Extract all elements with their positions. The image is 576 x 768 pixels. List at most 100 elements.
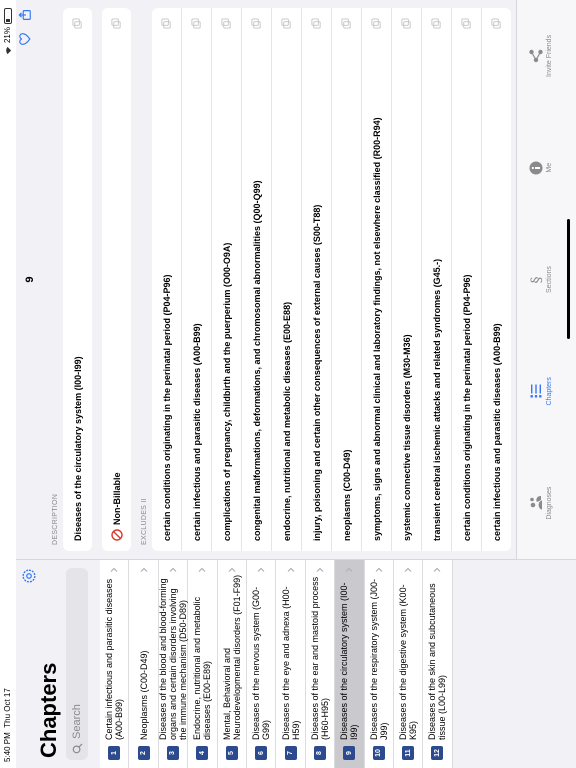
chapter-item[interactable]: 8 Diseases of the ear and mastoid process… [305, 560, 336, 768]
chapter-item[interactable]: 5 Mental, Behavioral and Neurodevelopment… [217, 560, 247, 768]
exclude-text: certain conditions originating in the pe… [461, 274, 472, 541]
chevron-right-icon [404, 567, 412, 572]
search-input[interactable]: Search [66, 568, 88, 760]
chapter-label: Diseases of the skin and subcutaneous ti… [427, 583, 448, 740]
tab-label: Me [545, 162, 553, 173]
exclude-item[interactable]: certain infectious and parasitic disease… [482, 8, 511, 551]
copy-icon[interactable] [281, 18, 292, 29]
excludes-header: EXCLUDES II [141, 498, 148, 545]
status-time: 5:40 PM Thu Oct 17 [3, 688, 12, 762]
exclude-item[interactable]: transient cerebral ischemic attacks and … [422, 8, 452, 551]
chapter-item[interactable]: 1 Certain infectious and parasitic diseas… [100, 560, 130, 768]
tab-chapters[interactable]: Chapters [517, 335, 563, 447]
chapter-label: Diseases of the respiratory system (J00-… [368, 578, 389, 740]
chevron-right-icon [198, 567, 206, 572]
chapter-number: 11 [402, 746, 415, 760]
exclude-text: certain infectious and parasitic disease… [191, 323, 202, 541]
chapter-number: 3 [166, 746, 179, 760]
description-row[interactable]: Diseases of the circulatory system (I00-… [63, 8, 92, 551]
chapter-label: Diseases of the nervous system (G00-G99) [251, 586, 272, 740]
excludes-card: certain conditions originating in the pe… [152, 8, 511, 551]
wifi-icon [5, 46, 11, 55]
chapter-label: Certain infectious and parasitic disease… [104, 578, 125, 740]
chapter-item[interactable]: 11 Diseases of the digestive system (K00-… [393, 560, 424, 768]
exclude-item[interactable]: neoplasms (C00-D49) [332, 8, 362, 551]
list-icon [530, 384, 542, 398]
chapter-label: Diseases of the digestive system (K00-K9… [398, 584, 419, 740]
battery-icon [3, 8, 12, 24]
copy-icon[interactable] [72, 18, 83, 29]
section-icon: § [529, 276, 544, 283]
exclude-text: symptoms, signs and abnormal clinical an… [371, 117, 382, 541]
copy-icon[interactable] [221, 18, 232, 29]
chapter-item[interactable]: 3 Diseases of the blood and blood-forming… [157, 560, 189, 768]
chapter-detail: 9 DESCRIPTION Diseases of the circulator… [16, 0, 516, 559]
chevron-right-icon [257, 567, 265, 572]
description-card: Diseases of the circulatory system (I00-… [63, 8, 92, 551]
tab-invite-friends[interactable]: Invite Friends [517, 0, 563, 112]
tab-label: Invite Friends [545, 34, 553, 77]
chapter-item[interactable]: 6 Diseases of the nervous system (G00-G99… [246, 560, 277, 768]
copy-icon[interactable] [431, 18, 442, 29]
exclude-text: injury, poisoning and certain other cons… [311, 204, 322, 541]
chapter-label: Neoplasms (C00-D49) [138, 650, 149, 740]
tab-diagnoses[interactable]: Diagnoses [517, 447, 563, 559]
billing-status: Non-Billable [111, 472, 122, 525]
chapter-item[interactable]: 2 Neoplasms (C00-D49) [129, 560, 159, 768]
share-icon [528, 49, 543, 63]
chevron-right-icon [434, 567, 441, 572]
chapter-number: 2 [137, 746, 150, 760]
page-title: Chapters [36, 662, 61, 758]
copy-icon[interactable] [461, 18, 472, 29]
chapter-list: 1 Certain infectious and parasitic diseas… [100, 560, 453, 768]
copy-icon[interactable] [311, 18, 322, 29]
svg-text:§: § [529, 276, 544, 283]
exclude-item[interactable]: symptoms, signs and abnormal clinical an… [362, 8, 392, 551]
info-icon [529, 161, 542, 175]
copy-icon[interactable] [161, 18, 172, 29]
exclude-item[interactable]: certain infectious and parasitic disease… [182, 8, 212, 551]
copy-icon[interactable] [191, 18, 202, 29]
chapter-label: Mental, Behavioral and Neurodevelopmenta… [221, 574, 242, 740]
share-icon[interactable] [18, 8, 32, 22]
chapter-item[interactable]: 4 Endocrine, nutritional and metabolic di… [188, 560, 218, 768]
copy-icon[interactable] [251, 18, 262, 29]
app-window: 5:40 PM Thu Oct 17 21% Chapters Search 1… [0, 0, 576, 768]
copy-icon[interactable] [341, 18, 352, 29]
chapter-label: Diseases of the ear and mastoid process … [309, 576, 330, 740]
copy-icon[interactable] [491, 18, 502, 29]
exclude-item[interactable]: systemic connective tissue disorders (M3… [392, 8, 422, 551]
chevron-right-icon [375, 567, 383, 572]
chapter-item[interactable]: 9 Diseases of the circulatory system (I00… [335, 560, 365, 768]
exclude-text: systemic connective tissue disorders (M3… [401, 334, 412, 541]
exclude-item[interactable]: congenital malformations, deformations, … [242, 8, 272, 551]
exclude-item[interactable]: injury, poisoning and certain other cons… [302, 8, 332, 551]
description-header: DESCRIPTION [52, 493, 59, 545]
tab-label: Chapters [545, 377, 553, 406]
chapter-label: Diseases of the eye and adnexa (H00-H59) [280, 586, 301, 740]
gear-icon[interactable] [20, 567, 38, 585]
tab-me[interactable]: Me [517, 112, 563, 224]
chevron-right-icon [287, 567, 294, 572]
exclude-item[interactable]: complications of pregnancy, childbirth a… [212, 8, 242, 551]
exclude-item[interactable]: certain conditions originating in the pe… [452, 8, 482, 551]
exclude-item[interactable]: certain conditions originating in the pe… [152, 8, 182, 551]
chapter-item[interactable]: 7 Diseases of the eye and adnexa (H00-H59… [276, 560, 306, 768]
copy-icon[interactable] [111, 18, 122, 29]
tab-bar: Diagnoses Chapters § Sections Me Invite … [516, 0, 576, 559]
home-indicator[interactable] [567, 219, 570, 339]
exclude-text: congenital malformations, deformations, … [251, 180, 262, 541]
chapter-item[interactable]: 10 Diseases of the respiratory system (J0… [364, 560, 394, 768]
copy-icon[interactable] [371, 18, 382, 29]
exclude-item[interactable]: endocrine, nutritional and metabolic dis… [272, 8, 302, 551]
heart-icon[interactable] [18, 32, 32, 46]
chapter-item[interactable]: 12 Diseases of the skin and subcutaneous … [423, 560, 453, 768]
chapter-label: Diseases of the blood and blood-forming … [157, 578, 188, 740]
search-placeholder: Search [71, 704, 83, 739]
tab-sections[interactable]: § Sections [517, 224, 563, 336]
copy-icon[interactable] [401, 18, 412, 29]
exclude-text: certain conditions originating in the pe… [161, 274, 172, 541]
chapter-number: 4 [196, 746, 209, 760]
chapter-number: 7 [284, 746, 297, 760]
battery-percent: 21% [3, 27, 12, 44]
